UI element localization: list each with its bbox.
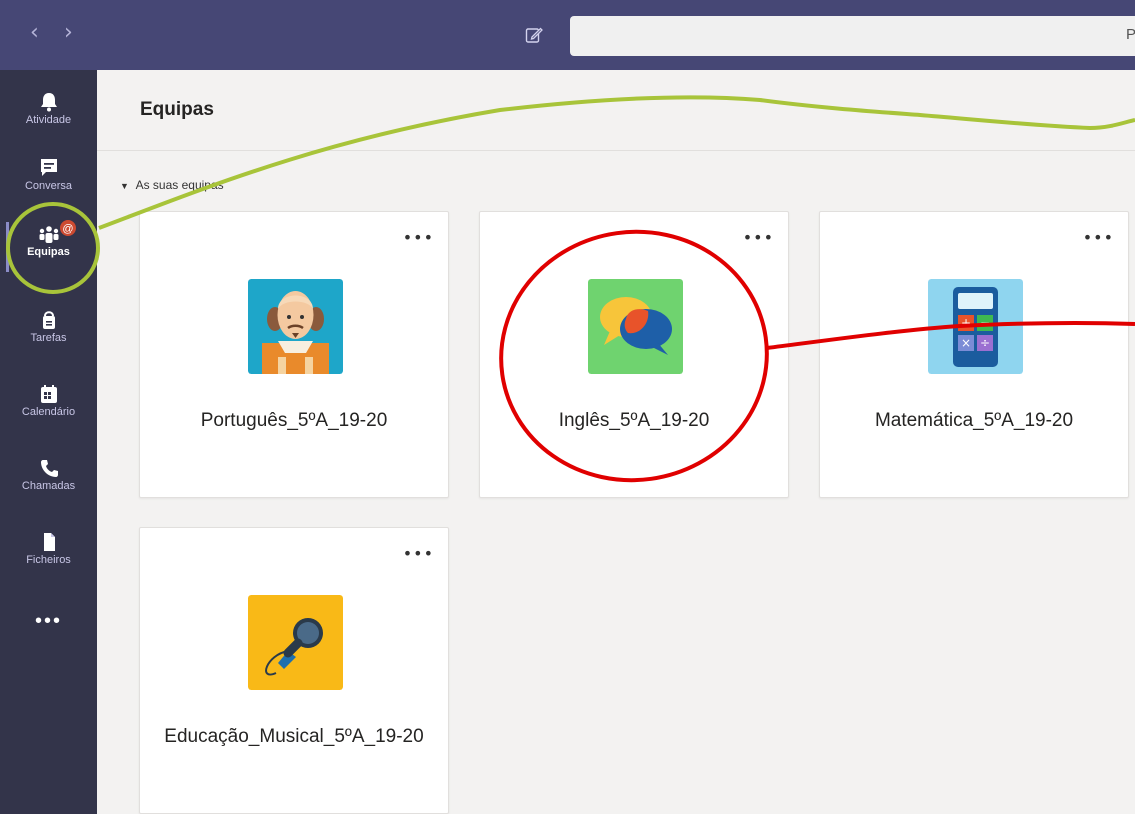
rail-label: Equipas — [27, 246, 70, 258]
team-card-ingles[interactable]: ••• Inglês_5ºA_19-20 — [479, 211, 789, 498]
svg-text:−: − — [980, 316, 990, 330]
calendar-icon — [40, 385, 57, 403]
svg-text:+: + — [961, 316, 971, 330]
teams-icon — [39, 226, 58, 243]
page-header: Equipas — [97, 70, 1135, 151]
more-apps-button[interactable]: ••• — [0, 610, 97, 633]
team-name: Matemática_5ºA_19-20 — [874, 410, 1074, 431]
forward-icon[interactable]: › — [64, 22, 73, 44]
speech-bubbles-icon — [588, 279, 683, 374]
rail-item-equipas[interactable]: Equipas @ — [0, 210, 97, 276]
rail-item-ficheiros[interactable]: Ficheiros — [0, 518, 97, 584]
back-icon[interactable]: ‹ — [30, 22, 39, 44]
compose-icon[interactable] — [525, 26, 543, 44]
team-card-educacao-musical[interactable]: ••• Educação_Musical_5ºA_19-20 — [139, 527, 449, 814]
assignments-icon — [42, 311, 55, 329]
team-name: Educação_Musical_5ºA_19-20 — [164, 726, 424, 747]
caret-down-icon: ▼ — [120, 181, 129, 191]
team-name: Português_5ºA_19-20 — [200, 410, 388, 431]
microphone-icon — [248, 595, 343, 690]
rail-label: Chamadas — [21, 480, 76, 492]
svg-text:×: × — [961, 336, 971, 350]
more-options-button[interactable]: ••• — [403, 544, 434, 563]
rail-label: Tarefas — [30, 332, 67, 344]
app-rail: Atividade Conversa Equipas @ Tarefas Cal… — [0, 70, 97, 814]
shakespeare-icon — [248, 279, 343, 374]
more-options-button[interactable]: ••• — [403, 228, 434, 247]
section-toggle-your-teams[interactable]: ▼ As suas equipas — [120, 178, 224, 192]
rail-item-tarefas[interactable]: Tarefas — [0, 296, 97, 362]
search-input[interactable]: P — [570, 16, 1135, 56]
section-label: As suas equipas — [135, 178, 224, 192]
team-name: Inglês_5ºA_19-20 — [558, 410, 710, 431]
calculator-icon: + − × ÷ — [928, 279, 1023, 374]
rail-label: Calendário — [21, 406, 76, 418]
page-title: Equipas — [140, 99, 214, 120]
team-card-portugues[interactable]: ••• Português_5ºA_19-20 — [139, 211, 449, 498]
top-bar: ‹ › P — [0, 0, 1135, 71]
rail-item-atividade[interactable]: Atividade — [0, 78, 97, 144]
more-options-button[interactable]: ••• — [1083, 228, 1114, 247]
rail-label: Atividade — [25, 114, 72, 126]
chat-icon — [40, 159, 57, 176]
phone-icon — [40, 460, 58, 477]
mention-badge: @ — [58, 218, 78, 238]
bell-icon — [40, 93, 57, 112]
rail-label: Conversa — [24, 180, 73, 192]
file-icon — [43, 533, 55, 551]
team-card-matematica[interactable]: ••• + − × ÷ Matemática_5ºA_19-20 — [819, 211, 1129, 498]
rail-item-conversa[interactable]: Conversa — [0, 144, 97, 210]
svg-text:÷: ÷ — [980, 336, 990, 350]
rail-item-chamadas[interactable]: Chamadas — [0, 444, 97, 510]
more-options-button[interactable]: ••• — [743, 228, 774, 247]
rail-label: Ficheiros — [26, 554, 71, 566]
rail-item-calendario[interactable]: Calendário — [0, 370, 97, 436]
